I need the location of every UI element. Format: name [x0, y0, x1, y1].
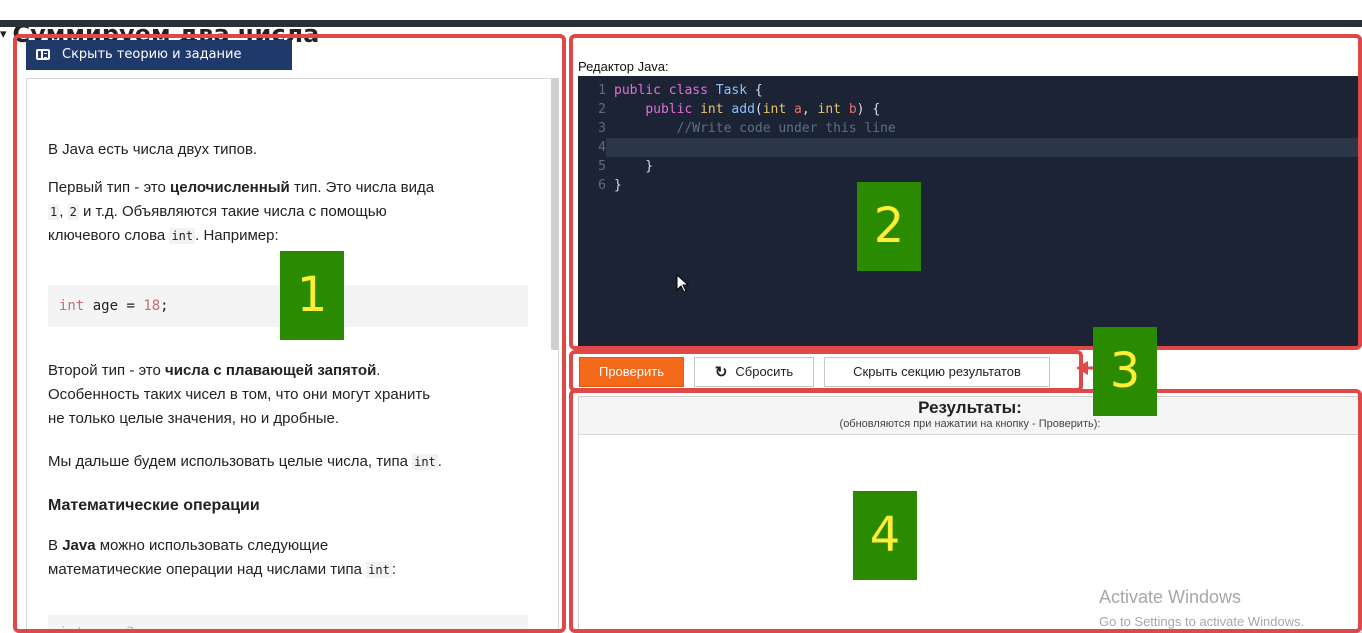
theory-scrollbar[interactable] — [551, 77, 559, 350]
hide-results-button[interactable]: Скрыть секцию результатов — [824, 356, 1050, 387]
theory-paragraph-3: Второй тип - это числа с плавающей запят… — [48, 361, 431, 427]
code-example-2: int a = 2 — [48, 614, 528, 633]
hide-theory-button[interactable]: Скрыть теорию и задание — [26, 39, 292, 70]
top-border — [0, 19, 1362, 27]
code-line[interactable]: 6} — [578, 176, 1362, 195]
code-token: a — [794, 101, 802, 117]
code-line[interactable]: 5 } — [578, 157, 1362, 176]
editor-label: Редактор Java: — [578, 58, 669, 74]
code-token: } — [614, 177, 622, 193]
hide-theory-label: Скрыть теорию и задание — [62, 47, 242, 63]
results-title: Результаты: — [918, 397, 1022, 417]
code-token: , — [801, 101, 818, 117]
check-button[interactable]: Проверить — [579, 356, 684, 387]
results-header: Результаты: (обновляются при нажатии на … — [579, 396, 1361, 435]
code-token: { — [747, 82, 763, 98]
code-line[interactable]: 2 public int add(int a, int b) { — [578, 100, 1362, 119]
code-token: int — [762, 101, 795, 117]
panel-icon — [36, 49, 50, 61]
activate-windows-watermark: Activate Windows Go to Settings to activ… — [1099, 587, 1304, 629]
watermark-line-2: Go to Settings to activate Windows. — [1099, 613, 1305, 629]
reset-button[interactable]: ↻ Сбросить — [694, 356, 814, 387]
code-token: add — [731, 101, 755, 117]
code-token: public class — [614, 82, 716, 98]
reset-label: Сбросить — [735, 364, 794, 380]
annotation-badge-4: 4 — [853, 490, 917, 580]
code-token: ) { — [856, 101, 881, 117]
code-token: } — [614, 158, 654, 174]
theory-paragraph-1: В Java есть числа двух типов. — [48, 140, 258, 158]
code-line[interactable]: 3 //Write code under this line — [578, 119, 1362, 138]
line-number: 6 — [598, 177, 606, 193]
reset-icon: ↻ — [714, 363, 728, 381]
code-token: int — [700, 101, 732, 117]
results-subtitle: (обновляются при нажатии на кнопку - Про… — [839, 417, 1101, 430]
theory-paragraph-4: Мы дальше будем использовать целые числа… — [48, 452, 442, 470]
annotation-badge-3: 3 — [1093, 326, 1157, 416]
code-token: Task — [715, 82, 748, 98]
math-operations-subheading: Математические операции — [48, 496, 260, 514]
code-token: int — [817, 101, 849, 117]
theory-paragraph-2: Первый тип - это целочисленный тип. Это … — [48, 178, 435, 244]
code-line[interactable]: 4 — [578, 138, 1362, 157]
line-number: 2 — [598, 101, 606, 117]
theory-paragraph-5: В Java можно использовать следующие мате… — [48, 536, 396, 578]
code-token: //Write code under this line — [614, 120, 896, 136]
line-number: 1 — [598, 82, 606, 98]
annotation-badge-1: 1 — [280, 250, 344, 340]
code-token: b — [848, 101, 857, 117]
collapse-triangle-icon: ▾ — [0, 27, 7, 43]
java-code-editor[interactable]: 1 public class Task {2 public int add(int… — [578, 75, 1362, 346]
line-number: 4 — [598, 139, 606, 155]
line-number: 3 — [598, 120, 606, 136]
code-token: public — [645, 101, 701, 117]
watermark-line-1: Activate Windows — [1099, 586, 1242, 607]
mouse-cursor-icon — [676, 273, 690, 293]
line-number: 5 — [598, 158, 606, 174]
annotation-badge-2: 2 — [857, 181, 921, 271]
code-token: ( — [754, 101, 763, 117]
code-line[interactable]: 1 public class Task { — [578, 81, 1362, 100]
